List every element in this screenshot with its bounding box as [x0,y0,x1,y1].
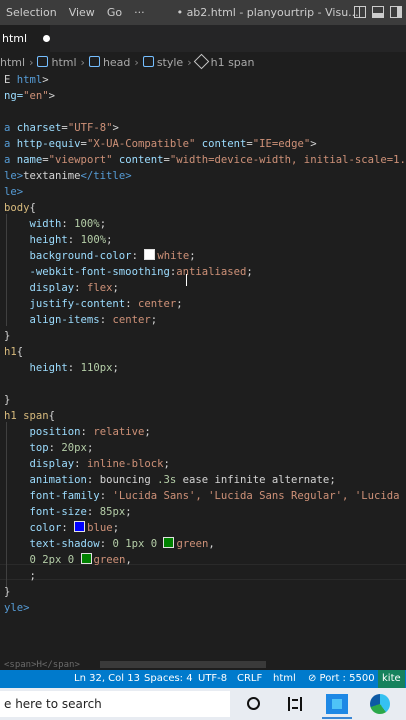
code-line: display: flex; [29,282,119,294]
peek-snippet: <span>H</span> [4,660,80,670]
chevron-right-icon: › [134,55,139,69]
chevron-right-icon: › [80,55,85,69]
code-line: 0 2px 0 green, [29,553,132,566]
mouse-cursor [186,274,187,286]
indentation-setting[interactable]: Spaces: 4 [144,670,193,688]
kite-status[interactable]: kite [378,670,405,688]
code-line: animation: bouncing .3s ease infinite al… [29,474,336,486]
code-line: align-items: center; [29,314,158,326]
chevron-right-icon: › [187,55,192,69]
tab-bar: html [0,25,406,52]
code-line: ng="en"> [4,90,56,102]
breadcrumb-head[interactable]: head [88,55,131,69]
status-bar: Ln 32, Col 13 Spaces: 4 UTF-8 CRLF html … [0,670,406,688]
code-line: height: 110px; [29,362,119,374]
code-line: background-color: white; [29,249,196,262]
breadcrumb-html[interactable]: html [37,55,77,69]
window-title: • ab2.html - planyourtrip - Visu... [176,6,359,19]
windows-taskbar: e here to search [0,688,406,720]
unsaved-dot-icon[interactable] [43,35,50,42]
element-icon [142,55,154,67]
breadcrumb-label: h1 span [210,55,255,69]
language-mode[interactable]: html [273,670,296,688]
chevron-right-icon: › [29,55,34,69]
code-line: h1{ [4,346,24,358]
menu-more[interactable]: ··· [128,6,151,19]
breadcrumb: html › html › head › style › h1 span [0,52,406,72]
toggle-panel-icon[interactable] [372,6,384,18]
encoding-setting[interactable]: UTF-8 [198,670,227,688]
title-bar: Selection View Go ··· • ab2.html - plany… [0,0,406,25]
code-line: font-size: 85px; [29,506,132,518]
breadcrumb-style[interactable]: style [142,55,184,69]
breadcrumb-label: style [156,55,184,69]
code-line: a name="viewport" content="width=device-… [4,154,406,166]
vscode-taskbar-icon[interactable] [326,694,348,714]
code-line: color: blue; [29,521,120,534]
code-line: height: 100%; [29,234,113,246]
color-swatch-green[interactable] [163,537,175,548]
code-line: -webkit-font-smoothing:antialiased; [29,266,253,278]
cursor-position[interactable]: Ln 32, Col 13 [74,670,140,688]
code-line: a charset="UTF-8"> [4,122,119,134]
toggle-sidebar-icon[interactable] [354,6,366,18]
edge-browser-icon[interactable] [370,694,390,714]
code-line: yle> [4,602,30,614]
code-line: display: inline-block; [29,458,170,470]
code-line: } [4,586,11,598]
code-line: le> [4,186,24,198]
code-line: h1 span{ [4,410,56,422]
code-line: text-shadow: 0 1px 0 green, [29,537,215,550]
code-editor[interactable]: E html> ng="en"> a charset="UTF-8"> a ht… [0,72,406,660]
task-view-icon[interactable] [288,697,302,711]
breadcrumb-label: html [51,55,77,69]
breadcrumb-h1-span[interactable]: h1 span [193,53,255,69]
toggle-secondary-sidebar-icon[interactable] [390,6,402,18]
code-line: justify-content: center; [29,298,183,310]
code-line-current: ; [29,570,36,582]
code-line: le>textanime</title> [4,170,132,182]
selector-icon [193,53,209,69]
eol-setting[interactable]: CRLF [237,670,262,688]
code-line: E html> [4,74,49,86]
code-line: top: 20px; [29,442,94,454]
color-swatch-blue[interactable] [74,521,86,532]
live-server-port[interactable]: ⊘ Port : 5500 [308,670,375,688]
code-line: } [4,394,11,406]
code-line: position: relative; [29,426,151,438]
code-line: a http-equiv="X-UA-Compatible" content="… [4,138,317,150]
element-icon [37,55,49,67]
menu-selection[interactable]: Selection [0,6,63,19]
taskbar-search-input[interactable]: e here to search [0,691,230,717]
active-app-indicator [322,717,352,719]
menu-go[interactable]: Go [101,6,128,19]
element-icon [88,55,100,67]
code-line: width: 100%; [29,218,107,230]
code-line: body{ [4,202,36,214]
tab-label: html [2,32,28,45]
color-swatch-green[interactable] [80,553,92,564]
code-line: font-family: 'Lucida Sans', 'Lucida Sans… [29,490,400,502]
breadcrumb-label: head [102,55,131,69]
horizontal-scrollbar[interactable] [100,661,266,668]
color-swatch-white[interactable] [144,249,156,260]
code-line: } [4,330,11,342]
breadcrumb-file[interactable]: html [0,56,25,69]
menu-view[interactable]: View [63,6,101,19]
layout-controls [354,6,402,18]
cortana-icon[interactable] [247,697,260,710]
tab-ab2-html[interactable]: html [0,25,50,52]
